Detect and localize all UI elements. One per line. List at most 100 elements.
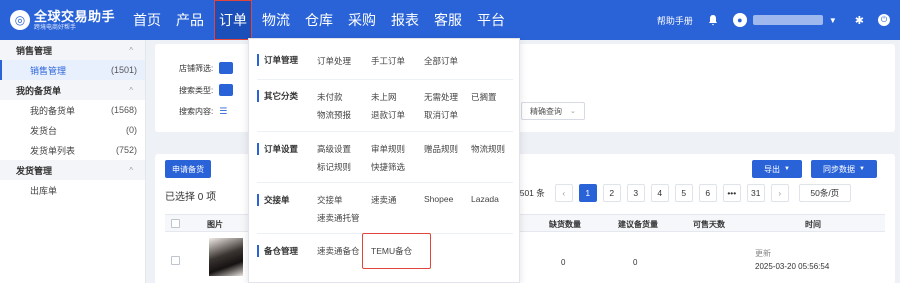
nav-orders[interactable]: 订单 [214,0,252,40]
sidebar-group-label: 我的备货单 [16,85,62,96]
search-type-label: 搜索类型: [179,85,214,95]
brand-tagline: 跨境电商好帮手 [34,24,77,31]
column-suggested: 建议备货量 [618,220,658,229]
menu-aliexpress[interactable]: 速卖通 [371,194,397,206]
bell-icon[interactable] [707,14,719,26]
page-size-select[interactable]: 50条/页 [798,184,851,202]
time-label: 更新 [755,249,771,258]
column-time: 时间 [805,220,821,229]
list-icon[interactable]: ☰ [219,106,227,117]
menu-advanced-settings[interactable]: 高级设置 [317,143,351,155]
menu-lazada[interactable]: Lazada [471,194,499,204]
menu-logistics-rules[interactable]: 物流规则 [471,143,505,155]
page-4-button[interactable]: 4 [650,184,669,202]
username-redacted[interactable] [752,15,823,25]
help-manual-link[interactable]: 帮助手册 [657,14,693,27]
nav-warehouse[interactable]: 仓库 [300,0,338,40]
menu-temu-stocking[interactable]: TEMU备仓 [371,245,412,257]
nav-home[interactable]: 首页 [128,0,166,40]
next-page-button[interactable]: › [770,184,789,202]
column-sellable-days: 可售天数 [693,220,725,229]
nav-logistics[interactable]: 物流 [257,0,295,40]
page-3-button[interactable]: 3 [626,184,645,202]
gear-icon[interactable]: ✱ [855,14,864,27]
product-thumbnail[interactable] [209,238,243,276]
column-image: 图片 [207,220,223,229]
menu-no-action[interactable]: 无需处理 [424,91,458,103]
sync-data-button-label: 同步数据 [823,164,856,174]
top-navigation-bar: ◎ 全球交易助手 跨境电商好帮手 首页 产品 订单 物流 仓库 采购 报表 客服… [0,0,900,40]
nav-reports[interactable]: 报表 [386,0,424,40]
menu-gift-rules[interactable]: 赠品规则 [424,143,458,155]
power-icon[interactable]: ⏻ [878,14,890,26]
store-filter-chip[interactable] [219,62,234,74]
menu-not-online[interactable]: 未上网 [371,91,397,103]
page-31-button[interactable]: 31 [746,184,765,202]
menu-divider [257,79,513,80]
page-2-button[interactable]: 2 [602,184,621,202]
sidebar-item-label: 发货台 [30,125,58,136]
menu-all-orders[interactable]: 全部订单 [424,55,458,67]
row-checkbox[interactable] [171,256,180,265]
sidebar-item-my-stock-orders[interactable]: 我的备货单 (1568) [0,100,145,120]
sidebar-group-label: 发货管理 [16,165,53,176]
user-avatar-icon[interactable]: ● [732,13,747,27]
page-1-button[interactable]: 1 [578,184,597,202]
chevron-up-icon: ^ [129,45,133,55]
menu-order-processing[interactable]: 订单处理 [317,55,351,67]
menu-logistics-forecast[interactable]: 物流预报 [317,109,351,121]
export-button[interactable]: 导出 ▼ [752,160,802,178]
menu-shopee[interactable]: Shopee [424,194,453,204]
section-order-management: 订单管理 [257,54,305,66]
nav-platform[interactable]: 平台 [472,0,510,40]
precise-query-select[interactable]: 精确查询 ⌄ [521,102,585,120]
menu-cancelled-orders[interactable]: 取消订单 [424,109,458,121]
section-other-categories: 其它分类 [257,90,305,102]
menu-refund-orders[interactable]: 退款订单 [371,109,405,121]
brand-logo[interactable]: ◎ 全球交易助手 跨境电商好帮手 [0,0,128,40]
nav-purchasing[interactable]: 采购 [343,0,381,40]
sidebar-group-stock-orders[interactable]: 我的备货单 ^ [0,80,145,100]
menu-tag-rules[interactable]: 标记规则 [317,161,351,173]
sidebar-item-count: (0) [126,125,137,135]
nav-products[interactable]: 产品 [171,0,209,40]
search-content-label: 搜索内容: [179,107,214,116]
prev-page-button[interactable]: ‹ [554,184,573,202]
menu-aliexpress-managed[interactable]: 速卖通托管 [317,212,360,224]
sidebar-group-shipping[interactable]: 发货管理 ^ [0,160,145,180]
chevron-down-icon: ⌄ [570,108,576,115]
apply-stock-button[interactable]: 申请备货 [165,160,211,178]
menu-manual-order[interactable]: 手工订单 [371,55,405,67]
chevron-down-icon: ▼ [784,166,790,172]
nav-customer-service[interactable]: 客服 [429,0,467,40]
menu-quick-filter[interactable]: 快捷筛选 [371,161,405,173]
more-pages-button[interactable]: ••• [722,184,741,202]
menu-unpaid[interactable]: 未付款 [317,91,343,103]
sidebar-item-shipping-desk[interactable]: 发货台 (0) [0,120,145,140]
chevron-up-icon: ^ [129,165,133,175]
section-handover: 交接单 [257,194,305,206]
sidebar-item-label: 发货单列表 [30,145,76,156]
chevron-down-icon: ▼ [859,166,865,172]
section-warehouse-stocking: 备仓管理 [257,245,305,257]
menu-review-rules[interactable]: 审单规则 [371,143,405,155]
chevron-up-icon: ^ [129,85,133,95]
menu-on-hold[interactable]: 已搁置 [471,91,497,103]
search-type-chip[interactable] [219,84,234,96]
sidebar-item-outbound[interactable]: 出库单 [0,180,145,200]
menu-aliexpress-stocking[interactable]: 速卖通备仓 [317,245,360,257]
select-all-checkbox[interactable] [171,219,180,228]
sidebar-item-count: (752) [115,145,137,155]
sidebar-group-sales[interactable]: 销售管理 ^ [0,40,145,60]
menu-divider [257,131,513,132]
column-shortage: 缺货数量 [549,220,581,229]
sidebar-item-sales-management[interactable]: 销售管理 (1501) [0,60,145,80]
selected-count: 已选择 0 项 [165,192,217,203]
menu-handover-sheet[interactable]: 交接单 [317,194,343,206]
time-value: 2025-03-20 05:56:54 [755,262,830,271]
page-5-button[interactable]: 5 [674,184,693,202]
sync-data-button[interactable]: 同步数据 ▼ [811,160,877,178]
page-6-button[interactable]: 6 [698,184,717,202]
chevron-down-icon[interactable]: ▼ [829,16,837,25]
sidebar-item-shipment-list[interactable]: 发货单列表 (752) [0,140,145,160]
